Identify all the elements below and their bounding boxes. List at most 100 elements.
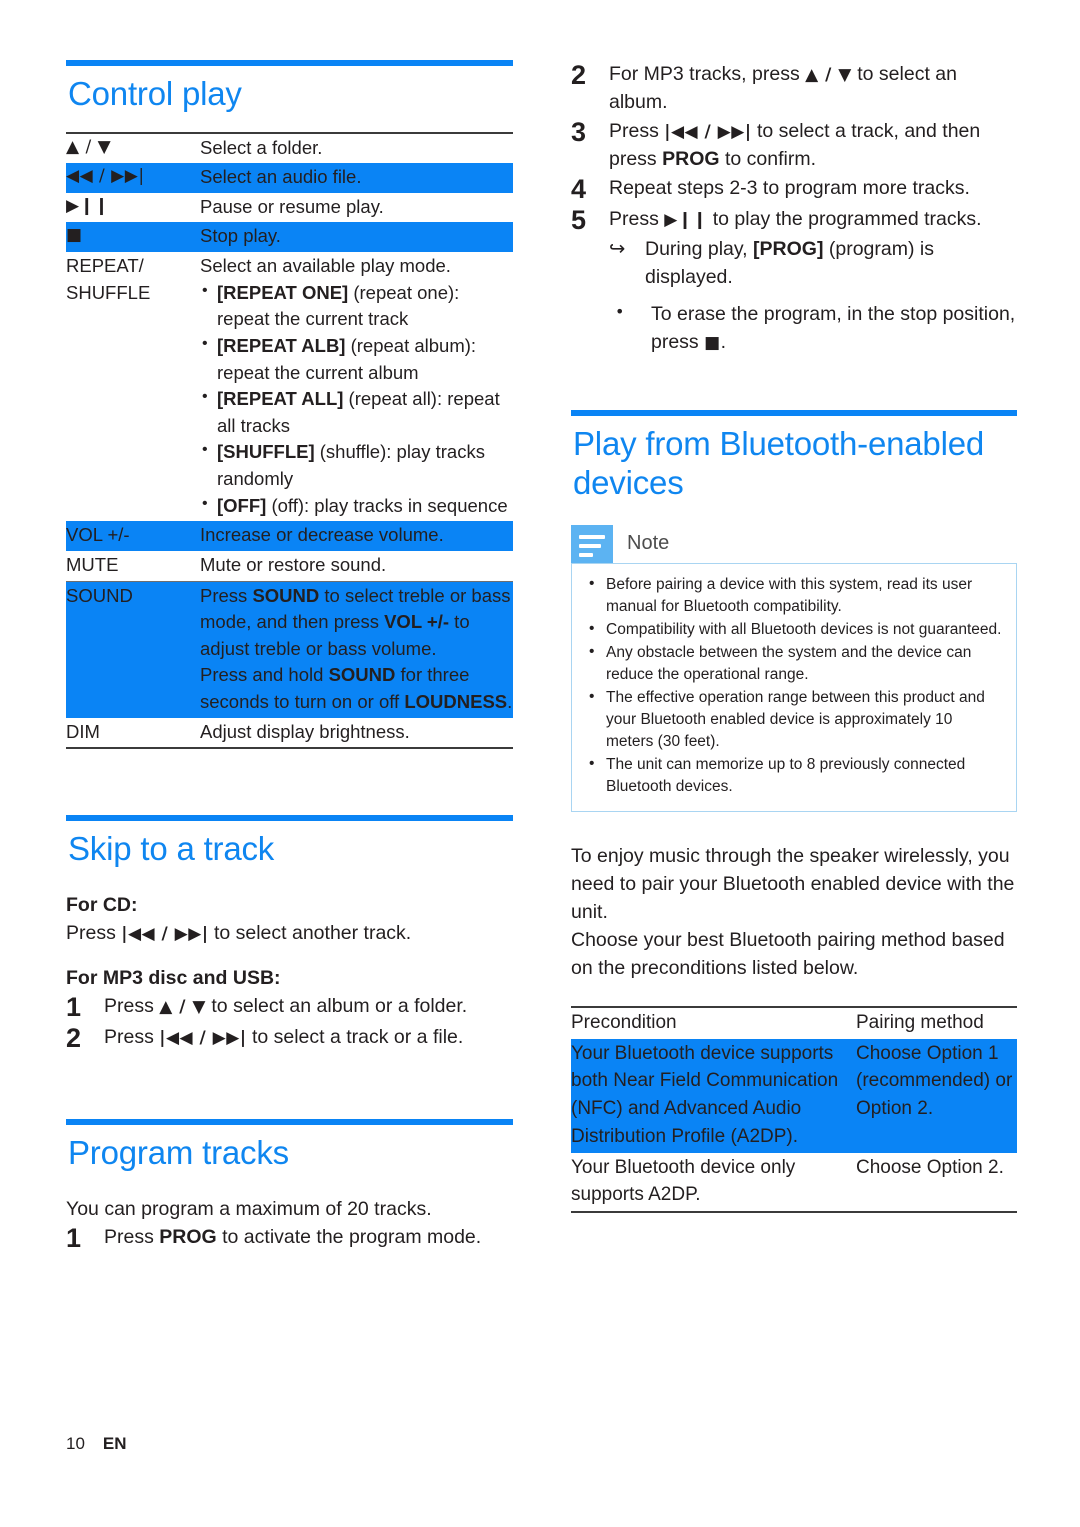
language-code: EN [102, 1434, 127, 1453]
subheading-for-mp3-usb: For MP3 disc and USB: [66, 967, 281, 990]
arrow-icon: ↪ [609, 237, 626, 260]
subnote-text: During play, [PROG] (program) is display… [645, 235, 1017, 291]
note-label: Note [627, 532, 670, 555]
list-item: 1 Press ▲ / ▼ to select an album or a fo… [66, 992, 513, 1023]
txt: to activate the program mode. [216, 1225, 482, 1248]
list-item: [OFF] (off): play tracks in sequence [200, 492, 513, 520]
txt: Press [104, 995, 160, 1018]
list-item: [REPEAT ONE] (repeat one): repeat the cu… [200, 279, 513, 333]
table-row: REPEAT/ SHUFFLE Select an available play… [66, 252, 513, 521]
list-item: 3 Press |◀◀ / ▶▶| to select a track, and… [571, 117, 1017, 173]
page-title-control-play: Control play [68, 75, 242, 112]
page-title-skip-to-track: Skip to a track [68, 830, 275, 868]
sound-paragraph-2: Press and hold SOUND for three seconds t… [200, 662, 513, 715]
right-column: 2 For MP3 tracks, press ▲ / ▼ to select … [571, 60, 1017, 1214]
table-row: Your Bluetooth device only supports A2DP… [571, 1152, 1017, 1214]
up-down-icon: ▲ / ▼ [805, 65, 852, 85]
cell-precondition: Your Bluetooth device only supports A2DP… [571, 1152, 856, 1214]
mode-token: [REPEAT ALL] [217, 388, 344, 410]
table-row: MUTE Mute or restore sound. [66, 550, 513, 582]
play-mode-intro: Select an available play mode. [200, 255, 451, 277]
table-row: ■ Stop play. [66, 222, 513, 253]
table-header-row: Precondition Pairing method [571, 1005, 1017, 1039]
program-intro: You can program a maximum of 20 tracks. [66, 1197, 432, 1220]
bluetooth-paragraph-1: To enjoy music through the speaker wirel… [571, 844, 1015, 923]
mode-token: [REPEAT ONE] [217, 281, 349, 303]
list-item: Before pairing a device with this system… [580, 573, 1004, 618]
section-skip-to-track: Skip to a track For CD: Press |◀◀ / ▶▶| … [66, 815, 513, 1052]
step-number: 5 [571, 204, 587, 235]
cell-pairing-method: Choose Option 2. [856, 1152, 1017, 1214]
section-rule [66, 815, 513, 822]
list-item: ↪ During play, [PROG] (program) is displ… [609, 235, 1017, 291]
key-up-down: ▲ / ▼ [66, 131, 200, 164]
table-row: ▲ / ▼ Select a folder. [66, 131, 513, 164]
txt: Press [66, 922, 122, 945]
section-rule [66, 60, 513, 66]
list-item: [SHUFFLE] (shuffle): play tracks randoml… [200, 438, 513, 492]
step-text: Press |◀◀ / ▶▶| to select a track, and t… [609, 117, 1017, 173]
txt: . [507, 691, 513, 713]
step-number: 2 [571, 60, 587, 90]
loudness-ref: LOUDNESS [404, 691, 508, 713]
program-steps-continued: 2 For MP3 tracks, press ▲ / ▼ to select … [571, 60, 1017, 356]
page-footer: 10 EN [66, 1434, 127, 1454]
left-column: Control play ▲ / ▼ Select a folder. ◀◀ /… [66, 60, 513, 1253]
table-row: Your Bluetooth device supports both Near… [571, 1038, 1017, 1153]
list-item: The effective operation range between th… [580, 686, 1004, 753]
note-header: Note [571, 524, 1017, 563]
skip-steps: 1 Press ▲ / ▼ to select an album or a fo… [66, 992, 513, 1052]
key-repeat-line1: REPEAT/ [66, 255, 144, 277]
key-shuffle-line2: SHUFFLE [66, 281, 151, 303]
subheading-for-cd: For CD: [66, 893, 138, 916]
stop-icon: ■ [704, 333, 721, 354]
step-text: For MP3 tracks, press ▲ / ▼ to select an… [609, 60, 1017, 116]
up-down-icon: ▲ / ▼ [159, 997, 206, 1018]
key-vol: VOL +/- [66, 521, 200, 551]
step-text: Repeat steps 2-3 to program more tracks. [609, 177, 970, 200]
step-number: 3 [571, 117, 587, 148]
play-mode-list: [REPEAT ONE] (repeat one): repeat the cu… [200, 279, 513, 520]
section-bluetooth: Play from Bluetooth-enabled devices Note… [571, 410, 1017, 1214]
precondition-table: Precondition Pairing method Your Bluetoo… [571, 1005, 1017, 1214]
step-text: Press PROG to activate the program mode. [104, 1223, 513, 1251]
section-program-tracks: Program tracks You can program a maximum… [66, 1118, 513, 1252]
btn-sound-ref: SOUND [252, 584, 320, 606]
step-text: Press ▲ / ▼ to select an album or a fold… [104, 992, 513, 1020]
sound-paragraph-1: Press SOUND to select treble or bass mod… [200, 583, 513, 663]
prev-next-icon: |◀◀ / ▶▶| [664, 122, 752, 143]
list-item: 1 Press PROG to activate the program mod… [66, 1223, 513, 1252]
key-prev-next: ◀◀ / ▶▶| [66, 163, 200, 193]
desc-select-audio-file: Select an audio file. [200, 163, 513, 193]
desc-stop-play: Stop play. [200, 222, 513, 253]
page-title-program-tracks: Program tracks [68, 1133, 289, 1171]
step-text: Press ▶❙❙ to play the programmed tracks. [609, 205, 1017, 233]
mode-desc: (off): play tracks in sequence [266, 494, 508, 516]
note-body: Before pairing a device with this system… [571, 562, 1017, 812]
list-item: The unit can memorize up to 8 previously… [580, 753, 1004, 798]
step-text: Press |◀◀ / ▶▶| to select a track or a f… [104, 1023, 513, 1051]
table-row: VOL +/- Increase or decrease volume. [66, 521, 513, 551]
cell-pairing-method: Choose Option 1 (recommended) or Option … [856, 1038, 1017, 1153]
step-number: 1 [66, 1222, 82, 1253]
list-item: 4 Repeat steps 2-3 to program more track… [571, 174, 1017, 204]
txt: to select another track. [208, 922, 412, 945]
prev-next-icon: |◀◀ / ▶▶| [159, 1027, 247, 1048]
list-item: • To erase the program, in the stop posi… [609, 300, 1017, 356]
btn-vol-ref: VOL +/- [384, 611, 450, 633]
key-mute: MUTE [66, 550, 200, 582]
key-repeat-shuffle: REPEAT/ SHUFFLE [66, 252, 200, 521]
step-number: 1 [66, 992, 82, 1023]
column-header-pairing-method: Pairing method [856, 1005, 1017, 1039]
bullet-icon: • [615, 302, 625, 322]
txt: Press [104, 1025, 160, 1048]
txt: Press [200, 584, 253, 606]
step-number: 2 [66, 1022, 82, 1053]
table-row: ▶❙❙ Pause or resume play. [66, 193, 513, 223]
txt: to play the programmed tracks. [707, 207, 982, 230]
key-play-pause: ▶❙❙ [66, 195, 110, 216]
txt: Press [609, 120, 665, 143]
desc-pause-resume: Pause or resume play. [200, 195, 384, 217]
